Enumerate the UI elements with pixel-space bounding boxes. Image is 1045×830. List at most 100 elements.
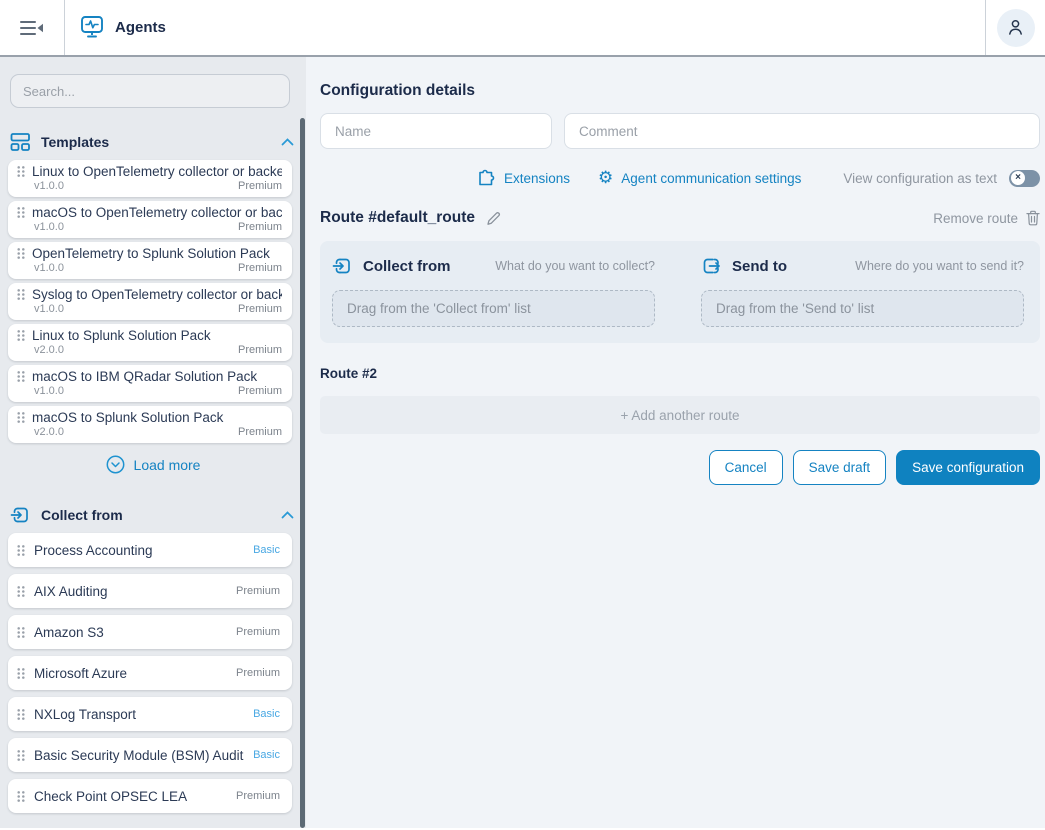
- template-version: v1.0.0: [34, 385, 238, 397]
- collect-from-icon: [332, 256, 353, 276]
- sidebar: Templates Linux to OpenTelemetry collect…: [0, 57, 306, 828]
- template-item[interactable]: Linux to OpenTelemetry collector or back…: [8, 160, 292, 197]
- template-item[interactable]: OpenTelemetry to Splunk Solution Pack v1…: [8, 242, 292, 279]
- agent-communication-settings-link[interactable]: ⚙ Agent communication settings: [598, 170, 801, 187]
- collect-from-list: Process Accounting Basic AIX Auditing Pr…: [8, 533, 292, 813]
- template-version: v2.0.0: [34, 344, 238, 356]
- template-item[interactable]: Linux to Splunk Solution Pack v2.0.0 Pre…: [8, 324, 292, 361]
- collect-from-item[interactable]: Basic Security Module (BSM) Audit Basic: [8, 738, 292, 772]
- collect-from-item[interactable]: Microsoft Azure Premium: [8, 656, 292, 690]
- collect-from-name: Process Accounting: [34, 543, 245, 558]
- configuration-details-title: Configuration details: [320, 82, 1040, 100]
- app-brand: Agents: [65, 0, 985, 55]
- drag-handle-icon[interactable]: [16, 247, 26, 260]
- collect-from-badge: Basic: [253, 749, 280, 761]
- profile-area: [985, 0, 1045, 55]
- drag-handle-icon[interactable]: [16, 206, 26, 219]
- remove-route-label: Remove route: [933, 211, 1018, 226]
- template-name: OpenTelemetry to Splunk Solution Pack: [32, 246, 282, 261]
- collect-from-section-header[interactable]: Collect from: [10, 505, 294, 525]
- sidebar-scrollbar[interactable]: [300, 118, 305, 828]
- template-item[interactable]: macOS to Splunk Solution Pack v2.0.0 Pre…: [8, 406, 292, 443]
- collect-from-badge: Premium: [236, 585, 280, 597]
- collect-from-item[interactable]: Amazon S3 Premium: [8, 615, 292, 649]
- drag-handle-icon[interactable]: [16, 165, 26, 178]
- templates-list: Linux to OpenTelemetry collector or back…: [8, 160, 292, 443]
- search-input[interactable]: [10, 74, 290, 108]
- template-version: v1.0.0: [34, 180, 238, 192]
- send-to-title: Send to: [732, 258, 787, 275]
- template-item[interactable]: Syslog to OpenTelemetry collector or bac…: [8, 283, 292, 320]
- collect-from-badge: Premium: [236, 626, 280, 638]
- drag-handle-icon[interactable]: [16, 544, 26, 557]
- collect-from-hint: What do you want to collect?: [495, 259, 655, 273]
- drag-handle-icon[interactable]: [16, 749, 26, 762]
- name-field[interactable]: [320, 113, 552, 149]
- templates-section-header[interactable]: Templates: [10, 132, 294, 152]
- template-name: macOS to IBM QRadar Solution Pack: [32, 369, 282, 384]
- drag-handle-icon[interactable]: [16, 708, 26, 721]
- drag-handle-icon[interactable]: [16, 288, 26, 301]
- collect-from-name: Amazon S3: [34, 625, 228, 640]
- drag-handle-icon[interactable]: [16, 329, 26, 342]
- template-name: macOS to Splunk Solution Pack: [32, 410, 282, 425]
- route-default-panel: Collect from What do you want to collect…: [320, 241, 1040, 343]
- extensions-link[interactable]: Extensions: [476, 168, 570, 188]
- edit-route-name-button[interactable]: [485, 210, 502, 227]
- chevron-up-icon[interactable]: [281, 511, 294, 519]
- send-to-dropzone[interactable]: Drag from the 'Send to' list: [701, 290, 1024, 327]
- drag-handle-icon[interactable]: [16, 370, 26, 383]
- trash-icon: [1026, 210, 1040, 226]
- template-badge: Premium: [238, 344, 282, 356]
- add-another-route-button[interactable]: + Add another route: [320, 396, 1040, 434]
- save-configuration-button[interactable]: Save configuration: [896, 450, 1040, 485]
- load-more-button[interactable]: Load more: [0, 455, 306, 474]
- drag-handle-icon[interactable]: [16, 411, 26, 424]
- collect-from-name: NXLog Transport: [34, 707, 245, 722]
- send-to-dropzone-label: Drag from the 'Send to' list: [716, 301, 874, 316]
- drag-handle-icon[interactable]: [16, 626, 26, 639]
- template-badge: Premium: [238, 385, 282, 397]
- view-as-text-toggle[interactable]: ×: [1009, 170, 1040, 187]
- collect-from-icon: [10, 505, 31, 525]
- puzzle-icon: [476, 168, 496, 188]
- template-item[interactable]: macOS to OpenTelemetry collector or back…: [8, 201, 292, 238]
- gear-icon: ⚙: [598, 170, 613, 187]
- template-item[interactable]: macOS to IBM QRadar Solution Pack v1.0.0…: [8, 365, 292, 402]
- collect-from-item[interactable]: Process Accounting Basic: [8, 533, 292, 567]
- drag-handle-icon[interactable]: [16, 790, 26, 803]
- toggle-off-x-icon: ×: [1011, 171, 1025, 185]
- collect-from-item[interactable]: Check Point OPSEC LEA Premium: [8, 779, 292, 813]
- template-version: v1.0.0: [34, 262, 238, 274]
- load-more-label: Load more: [134, 457, 201, 473]
- comment-field[interactable]: [564, 113, 1040, 149]
- collect-from-section-title: Collect from: [41, 507, 271, 523]
- main-panel: Configuration details Extensions ⚙ Agent…: [306, 57, 1045, 828]
- collect-from-badge: Basic: [253, 544, 280, 556]
- template-version: v1.0.0: [34, 303, 238, 315]
- topbar: Agents: [0, 0, 1045, 57]
- templates-section-title: Templates: [41, 134, 271, 150]
- template-version: v1.0.0: [34, 221, 238, 233]
- template-badge: Premium: [238, 180, 282, 192]
- collect-from-name: AIX Auditing: [34, 584, 228, 599]
- send-to-hint: Where do you want to send it?: [855, 259, 1024, 273]
- save-draft-button[interactable]: Save draft: [793, 450, 887, 485]
- chevron-up-icon[interactable]: [281, 138, 294, 146]
- hamburger-collapse-icon: [20, 19, 44, 37]
- collect-from-item[interactable]: NXLog Transport Basic: [8, 697, 292, 731]
- collect-from-item[interactable]: AIX Auditing Premium: [8, 574, 292, 608]
- person-icon: [1005, 17, 1026, 38]
- collect-from-column: Collect from What do you want to collect…: [332, 256, 655, 327]
- cancel-button[interactable]: Cancel: [709, 450, 783, 485]
- collect-from-name: Basic Security Module (BSM) Audit: [34, 748, 245, 763]
- send-to-icon: [701, 256, 722, 276]
- drag-handle-icon[interactable]: [16, 667, 26, 680]
- collect-from-dropzone[interactable]: Drag from the 'Collect from' list: [332, 290, 655, 327]
- remove-route-button[interactable]: Remove route: [933, 210, 1040, 226]
- collect-from-badge: Premium: [236, 667, 280, 679]
- drag-handle-icon[interactable]: [16, 585, 26, 598]
- view-configuration-as-text-label: View configuration as text: [843, 171, 997, 186]
- collapse-sidebar-button[interactable]: [0, 0, 65, 55]
- user-profile-button[interactable]: [997, 9, 1035, 47]
